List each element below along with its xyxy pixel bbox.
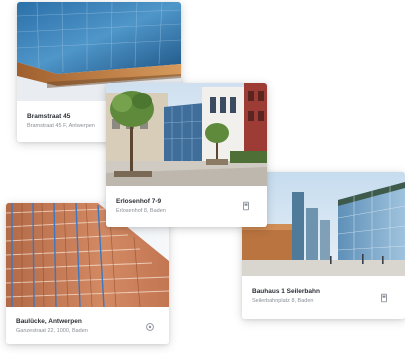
bookmark-icon[interactable] <box>379 293 389 303</box>
bookmark-icon[interactable] <box>241 201 251 211</box>
location-icon[interactable] <box>145 322 155 332</box>
property-photo-courtyard <box>106 83 267 186</box>
card-meta: Erlosenhof 7-9 Erlosenhof 8, Baden <box>106 186 267 227</box>
card-title: Bramstraat 45 <box>27 113 71 120</box>
card-address: Bramstraat 45 F, Antwerpen <box>27 123 95 129</box>
card-address: Ganzestraat 22, 1000, Baden <box>16 328 88 334</box>
card-meta: Baulücke, Antwerpen Ganzestraat 22, 1000… <box>6 307 169 344</box>
property-card-2[interactable]: Erlosenhof 7-9 Erlosenhof 8, Baden <box>106 83 267 227</box>
property-cards-collage: Bramstraat 45 Bramstraat 45 F, Antwerpen <box>0 0 405 354</box>
card-title: Erlosenhof 7-9 <box>116 198 162 205</box>
card-address: Erlosenhof 8, Baden <box>116 208 166 214</box>
card-address: Seilerbahnplatz 8, Baden <box>252 298 314 304</box>
card-title: Bauhaus 1 Seilerbahn <box>252 288 320 295</box>
card-meta: Bauhaus 1 Seilerbahn Seilerbahnplatz 8, … <box>242 276 405 319</box>
card-title: Baulücke, Antwerpen <box>16 318 82 325</box>
